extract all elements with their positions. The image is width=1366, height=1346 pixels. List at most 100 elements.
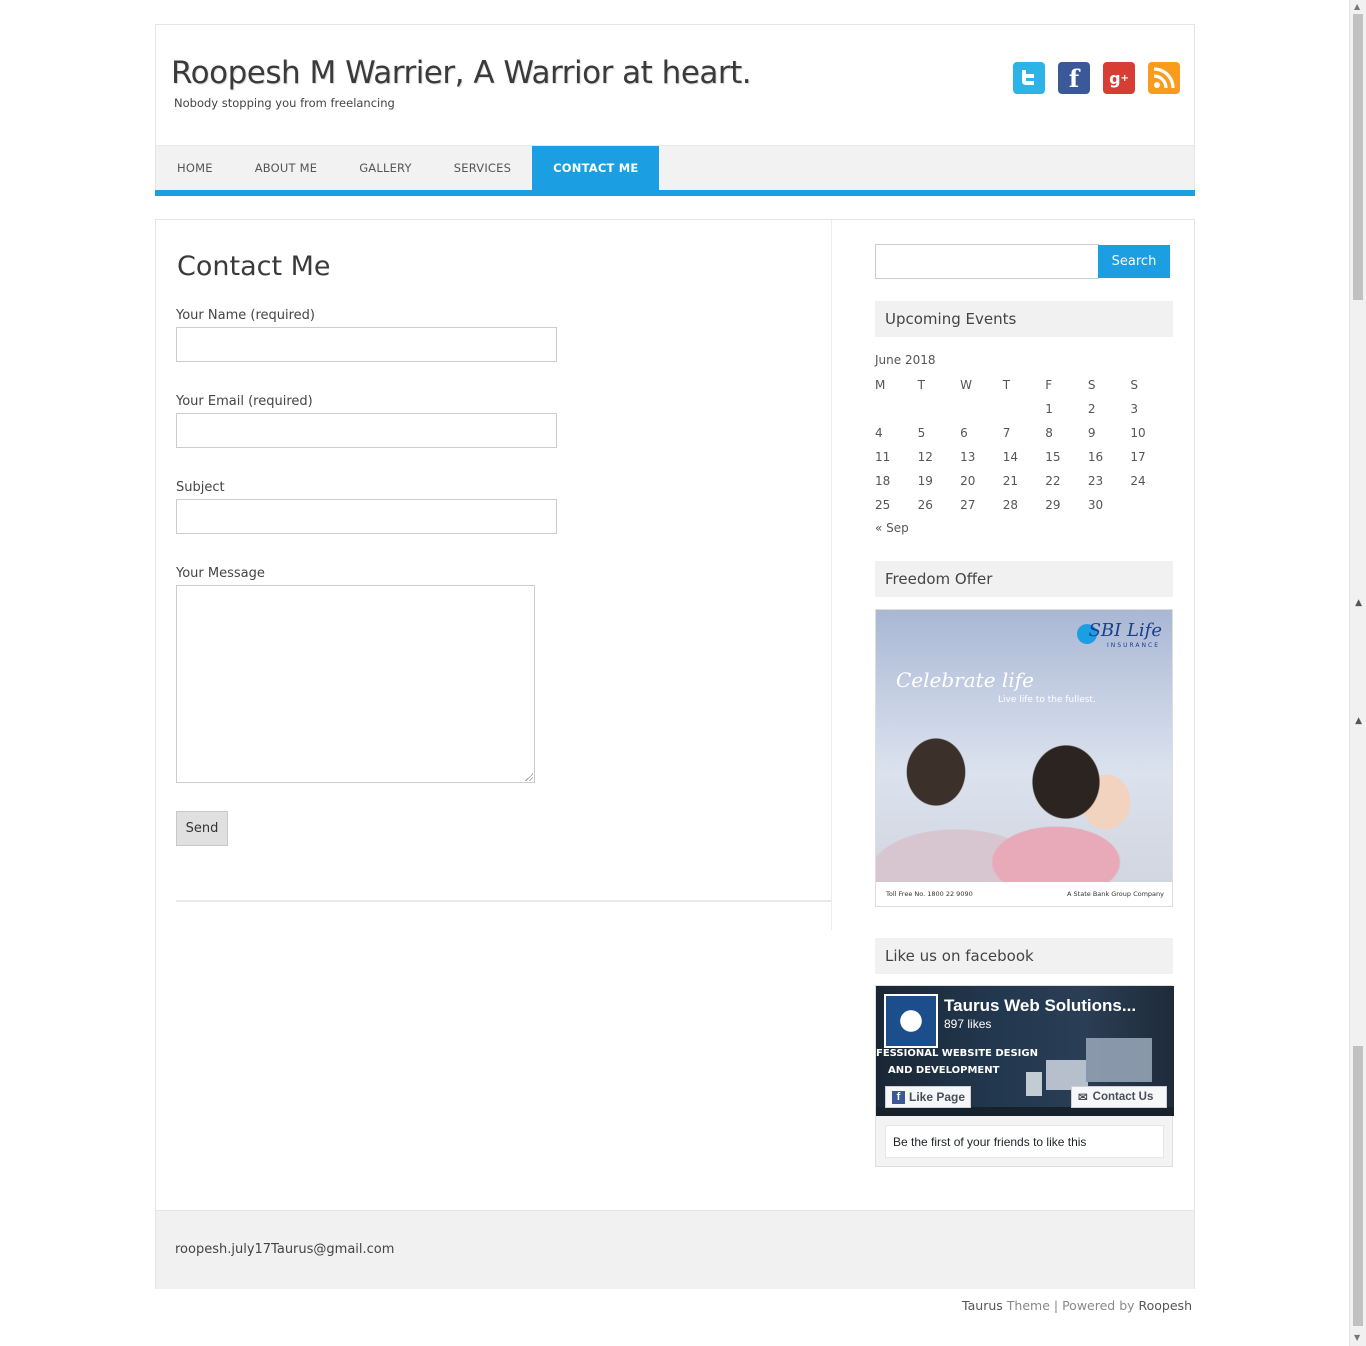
- calendar-day: [875, 397, 918, 421]
- twitter-icon[interactable]: [1013, 62, 1045, 94]
- resize-handle-icon[interactable]: [525, 773, 533, 781]
- nav-contact-me[interactable]: CONTACT ME: [532, 146, 660, 190]
- scrollbar-thumb[interactable]: [1353, 14, 1363, 300]
- facebook-contact-button[interactable]: ✉ Contact Us: [1071, 1086, 1167, 1108]
- calendar-day: 12: [917, 450, 933, 464]
- cover-promo-line1: FESSIONAL WEBSITE DESIGN: [876, 1048, 1038, 1059]
- calendar-day: [1130, 493, 1173, 517]
- weekday: M: [875, 378, 886, 392]
- calendar-day: [960, 397, 1003, 421]
- calendar-day: 16: [1087, 450, 1104, 464]
- ad-brand: SBI Life: [1088, 620, 1162, 641]
- scroll-down-icon[interactable]: ▼: [1354, 1334, 1360, 1342]
- calendar-day: 27: [960, 498, 976, 512]
- calendar-day: 28: [1002, 498, 1018, 512]
- calendar-day: 17: [1130, 450, 1146, 464]
- site-tagline: Nobody stopping you from freelancing: [174, 96, 395, 110]
- calendar-day: 30: [1087, 498, 1104, 512]
- facebook-like-button[interactable]: f Like Page: [885, 1086, 971, 1108]
- calendar-day: 13: [960, 450, 976, 464]
- scrollbar-thumb-lower[interactable]: [1353, 1046, 1363, 1326]
- name-label: Your Name (required): [176, 308, 315, 323]
- calendar-day: 4: [875, 426, 883, 440]
- facebook-widget-title: Like us on facebook: [875, 938, 1173, 974]
- like-button-label: Like Page: [909, 1090, 966, 1104]
- calendar-day: 29: [1045, 498, 1061, 512]
- calendar-prev-link[interactable]: « Sep: [875, 521, 909, 535]
- calendar-day: 23: [1087, 474, 1104, 488]
- calendar-day: 26: [917, 498, 933, 512]
- cover-strip: [876, 1107, 1174, 1116]
- scroll-marker-icon: ▲: [1355, 598, 1362, 608]
- calendar-month: June 2018: [875, 353, 936, 367]
- message-label: Your Message: [176, 566, 265, 581]
- page-title: Contact Me: [177, 251, 331, 282]
- rss-icon[interactable]: [1148, 62, 1180, 94]
- facebook-cover[interactable]: Taurus Web Solutions... 897 likes FESSIO…: [876, 986, 1174, 1116]
- calendar-day: [1003, 397, 1046, 421]
- content-area: Contact Me Your Name (required) Your Ema…: [176, 220, 832, 930]
- facebook-page-avatar[interactable]: [884, 994, 938, 1048]
- weekday: T: [1002, 378, 1011, 392]
- scroll-up-icon[interactable]: ▲: [1354, 3, 1360, 11]
- calendar-week: 4 5 6 7 8 9 10: [875, 421, 1173, 445]
- name-input[interactable]: [176, 327, 557, 362]
- facebook-icon[interactable]: f: [1058, 62, 1090, 94]
- subject-label: Subject: [176, 480, 225, 495]
- calendar-day: 5: [917, 426, 926, 440]
- calendar-day: 25: [875, 498, 891, 512]
- ad-headline: Celebrate life: [896, 668, 1034, 692]
- calendar-day: 22: [1045, 474, 1061, 488]
- ad-toll-free: Toll Free No. 1800 22 9090: [886, 890, 973, 898]
- calendar-day: 6: [960, 426, 968, 440]
- google-plus-icon[interactable]: g +: [1103, 62, 1135, 94]
- offer-widget-title: Freedom Offer: [875, 561, 1173, 597]
- calendar-day: 7: [1002, 426, 1011, 440]
- calendar-weekday-row: M T W T F S S: [875, 373, 1173, 397]
- subject-input[interactable]: [176, 499, 557, 534]
- site-footer: roopesh.july17Taurus@gmail.com: [155, 1211, 1195, 1289]
- site-title[interactable]: Roopesh M Warrier, A Warrior at heart.: [171, 55, 752, 91]
- events-calendar: M T W T F S S 1 2 3 4 5 6 7 8 9 10 11 12…: [875, 373, 1173, 517]
- search-input[interactable]: [875, 244, 1099, 279]
- send-button[interactable]: Send: [176, 811, 228, 846]
- social-links: f g +: [1013, 62, 1180, 94]
- ad-tagline: Live life to the fullest.: [998, 695, 1096, 705]
- cover-promo-line2: AND DEVELOPMENT: [888, 1065, 1000, 1076]
- nav-gallery[interactable]: GALLERY: [338, 146, 433, 190]
- calendar-day: 19: [917, 474, 933, 488]
- sbi-life-ad-image[interactable]: SBI Life INSURANCE Celebrate life Live l…: [875, 609, 1173, 907]
- facebook-page-plugin: Taurus Web Solutions... 897 likes FESSIO…: [875, 985, 1174, 1167]
- scroll-marker-icon: ▲: [1355, 716, 1362, 726]
- nav-about-me[interactable]: ABOUT ME: [234, 146, 339, 190]
- author-link[interactable]: Roopesh: [1139, 1298, 1192, 1313]
- calendar-day: 11: [875, 450, 891, 464]
- contact-button-label: Contact Us: [1092, 1091, 1154, 1103]
- facebook-icon: f: [892, 1090, 905, 1104]
- calendar-day: 10: [1130, 426, 1146, 440]
- calendar-day: 8: [1045, 426, 1053, 440]
- calendar-day: 14: [1002, 450, 1018, 464]
- nav-services[interactable]: SERVICES: [433, 146, 532, 190]
- theme-link[interactable]: Taurus: [962, 1298, 1003, 1313]
- events-widget-title: Upcoming Events: [875, 301, 1173, 337]
- footer-credits: Taurus Theme | Powered by Roopesh: [962, 1298, 1192, 1313]
- main-wrapper: Contact Me Your Name (required) Your Ema…: [155, 219, 1195, 1211]
- calendar-day: [918, 397, 961, 421]
- powered-by-text: Powered by: [1062, 1298, 1135, 1313]
- search-button[interactable]: Search: [1098, 245, 1170, 278]
- facebook-page-name[interactable]: Taurus Web Solutions...: [944, 996, 1136, 1016]
- calendar-day: 15: [1045, 450, 1061, 464]
- envelope-icon: ✉: [1078, 1092, 1088, 1104]
- calendar-day: 18: [875, 474, 891, 488]
- page-scrollbar[interactable]: ▲ ▼: [1349, 0, 1366, 1346]
- weekday: W: [960, 378, 972, 392]
- footer-email: roopesh.july17Taurus@gmail.com: [175, 1242, 395, 1257]
- main-nav: HOME ABOUT ME GALLERY SERVICES CONTACT M…: [155, 145, 1195, 196]
- nav-home[interactable]: HOME: [156, 146, 234, 190]
- facebook-likes: 897 likes: [944, 1017, 992, 1031]
- facebook-friends-text: Be the first of your friends to like thi…: [885, 1125, 1164, 1158]
- calendar-day: 24: [1130, 474, 1146, 488]
- email-input[interactable]: [176, 413, 557, 448]
- message-textarea[interactable]: [176, 585, 535, 783]
